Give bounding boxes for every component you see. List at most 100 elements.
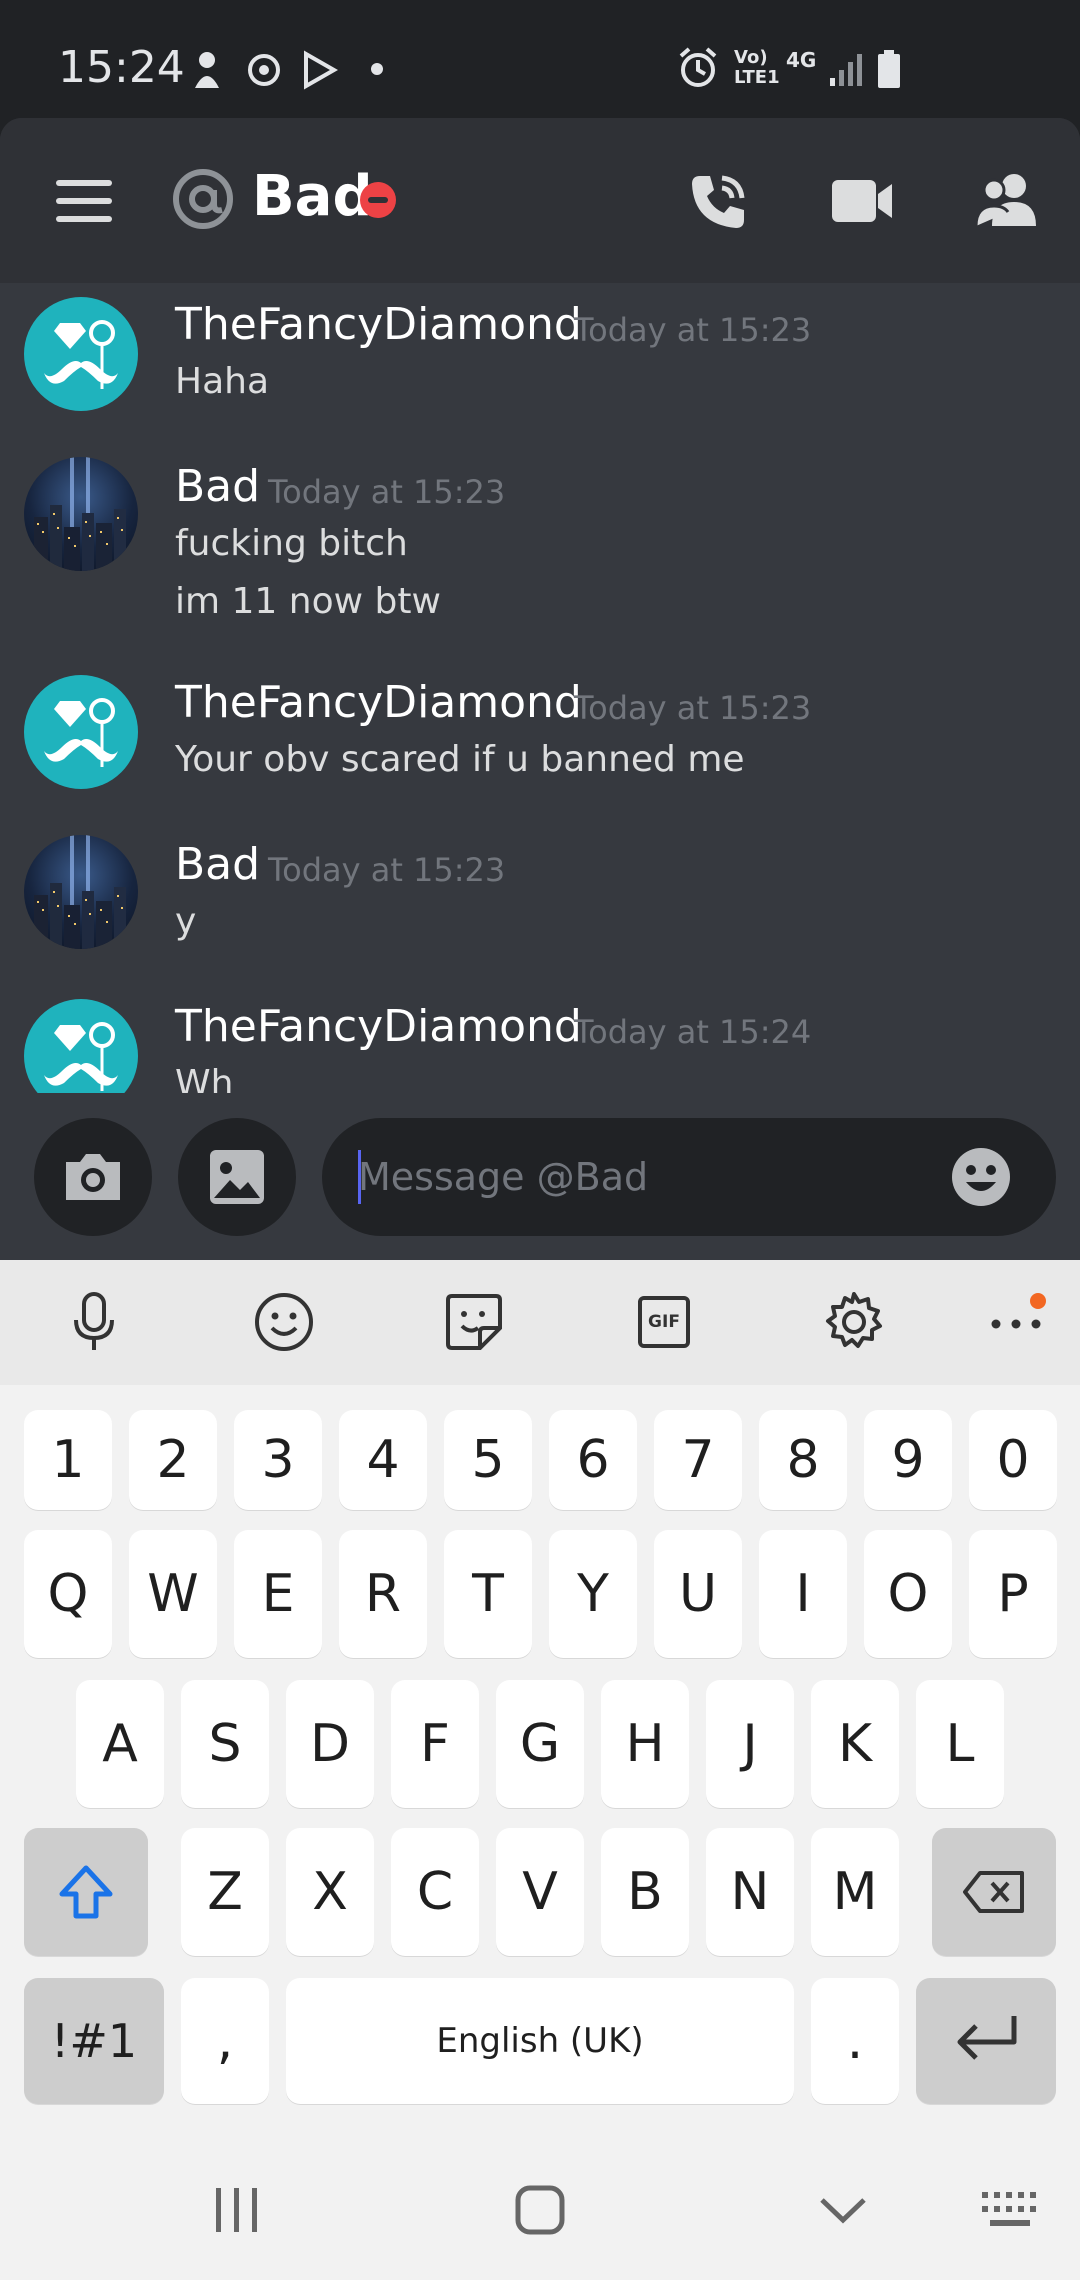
key-j[interactable]: J (706, 1680, 794, 1808)
message-timestamp: Today at 15:23 (268, 851, 506, 889)
enter-icon (957, 2016, 1017, 2060)
keyboard: GIF 1 2 3 4 5 6 7 8 9 0 Q W E R T Y U I … (0, 1260, 1080, 2280)
emoji-picker-icon[interactable] (950, 1146, 1012, 1208)
shift-key[interactable] (24, 1828, 148, 1956)
notification-dot (1030, 1293, 1046, 1309)
battery-icon (878, 50, 900, 88)
key-6[interactable]: 6 (549, 1410, 637, 1510)
at-icon (173, 169, 233, 229)
period-key[interactable]: . (811, 1978, 899, 2104)
key-e[interactable]: E (234, 1530, 322, 1658)
message-input[interactable] (358, 1148, 918, 1206)
sticker-icon[interactable] (442, 1290, 506, 1354)
key-f[interactable]: F (391, 1680, 479, 1808)
key-0[interactable]: 0 (969, 1410, 1057, 1510)
gif-icon[interactable]: GIF (632, 1290, 696, 1354)
key-a[interactable]: A (76, 1680, 164, 1808)
key-u[interactable]: U (654, 1530, 742, 1658)
key-g[interactable]: G (496, 1680, 584, 1808)
video-icon[interactable] (830, 176, 894, 226)
avatar[interactable] (24, 297, 138, 411)
key-v[interactable]: V (496, 1828, 584, 1956)
message-author[interactable]: Bad (175, 839, 260, 890)
emoji-icon[interactable] (252, 1290, 316, 1354)
avatar[interactable] (24, 457, 138, 571)
chevron-down-icon[interactable] (818, 2194, 868, 2226)
key-4[interactable]: 4 (339, 1410, 427, 1510)
key-l[interactable]: L (916, 1680, 1004, 1808)
message-list[interactable]: TheFancyDiamond Today at 15:23 Haha Bad … (0, 283, 1080, 1093)
key-3[interactable]: 3 (234, 1410, 322, 1510)
message-author[interactable]: TheFancyDiamond (175, 1001, 582, 1052)
key-k[interactable]: K (811, 1680, 899, 1808)
backspace-icon (963, 1871, 1024, 1913)
symbols-key[interactable]: !#1 (24, 1978, 164, 2104)
key-s[interactable]: S (181, 1680, 269, 1808)
call-icon[interactable] (686, 170, 750, 234)
key-7[interactable]: 7 (654, 1410, 742, 1510)
key-z[interactable]: Z (181, 1828, 269, 1956)
mustache-avatar-icon (44, 320, 118, 389)
keyboard-switch-icon[interactable] (980, 2190, 1040, 2230)
key-b[interactable]: B (601, 1828, 689, 1956)
recents-icon[interactable] (212, 2184, 262, 2236)
city-avatar-image (34, 835, 126, 949)
message-input-container[interactable] (322, 1118, 1056, 1236)
key-m[interactable]: M (811, 1828, 899, 1956)
key-1[interactable]: 1 (24, 1410, 112, 1510)
key-2[interactable]: 2 (129, 1410, 217, 1510)
key-t[interactable]: T (444, 1530, 532, 1658)
key-c[interactable]: C (391, 1828, 479, 1956)
channel-title: Bad (252, 164, 373, 229)
chat-header: Bad (0, 118, 1080, 283)
message-timestamp: Today at 15:23 (574, 311, 812, 349)
key-d[interactable]: D (286, 1680, 374, 1808)
backspace-key[interactable] (932, 1828, 1056, 1956)
key-h[interactable]: H (601, 1680, 689, 1808)
key-y[interactable]: Y (549, 1530, 637, 1658)
gallery-button[interactable] (178, 1118, 296, 1236)
avatar[interactable] (24, 999, 138, 1093)
city-avatar-image (34, 457, 126, 571)
camera-button[interactable] (34, 1118, 152, 1236)
message-author[interactable]: TheFancyDiamond (175, 299, 582, 350)
key-5[interactable]: 5 (444, 1410, 532, 1510)
key-r[interactable]: R (339, 1530, 427, 1658)
key-9[interactable]: 9 (864, 1410, 952, 1510)
key-o[interactable]: O (864, 1530, 952, 1658)
key-8[interactable]: 8 (759, 1410, 847, 1510)
avatar[interactable] (24, 835, 138, 949)
key-q[interactable]: Q (24, 1530, 112, 1658)
avatar[interactable] (24, 675, 138, 789)
key-p[interactable]: P (969, 1530, 1057, 1658)
message-text: Haha (175, 361, 270, 402)
mustache-avatar-icon (44, 1022, 118, 1091)
members-icon[interactable] (974, 172, 1040, 228)
message-timestamp: Today at 15:23 (574, 689, 812, 727)
comma-key[interactable]: , (181, 1978, 269, 2104)
space-key[interactable]: English (UK) (286, 1978, 794, 2104)
status-bar: 15:24 Vo) LTE1 4G (0, 0, 1080, 118)
message-timestamp: Today at 15:24 (574, 1013, 812, 1051)
settings-icon[interactable] (822, 1290, 886, 1354)
key-n[interactable]: N (706, 1828, 794, 1956)
menu-icon[interactable] (56, 180, 112, 222)
message-timestamp: Today at 15:23 (268, 473, 506, 511)
message-author[interactable]: Bad (175, 461, 260, 512)
key-w[interactable]: W (129, 1530, 217, 1658)
signal-icon (830, 54, 862, 86)
camera-icon (66, 1154, 120, 1200)
shift-arrow-icon (59, 1865, 113, 1919)
notification-icon (195, 52, 219, 88)
key-i[interactable]: I (759, 1530, 847, 1658)
key-x[interactable]: X (286, 1828, 374, 1956)
home-icon[interactable] (514, 2184, 566, 2236)
message-text: im 11 now btw (175, 581, 441, 622)
enter-key[interactable] (916, 1978, 1056, 2104)
play-store-icon (304, 50, 338, 90)
message-author[interactable]: TheFancyDiamond (175, 677, 582, 728)
dnd-status-icon (360, 182, 396, 218)
message-text: Your obv scared if u banned me (175, 739, 745, 780)
message-text: y (175, 901, 197, 942)
mic-icon[interactable] (62, 1290, 126, 1354)
